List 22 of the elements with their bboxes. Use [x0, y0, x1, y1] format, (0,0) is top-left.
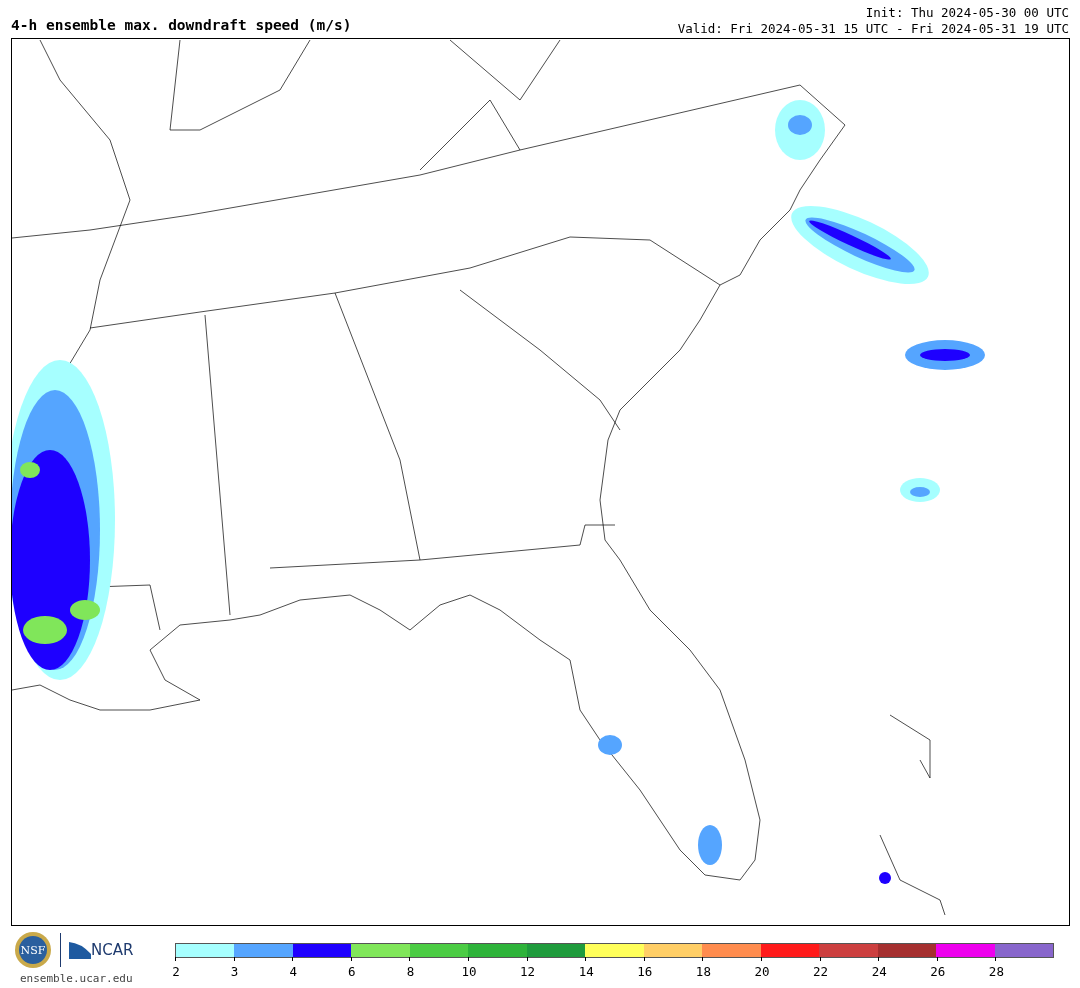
tick-label: 18 [695, 963, 711, 981]
map-title: 4-h ensemble max. downdraft speed (m/s) [11, 17, 352, 32]
tick-label: 6 [348, 963, 356, 981]
tick-label: 28 [988, 963, 1004, 981]
tick-label: 16 [637, 963, 653, 981]
logo-text: NCAR [91, 939, 134, 961]
tick-label: 22 [813, 963, 829, 981]
tick-label: 20 [754, 963, 770, 981]
seal-logo-icon: NSF [14, 931, 52, 969]
website-text: ensemble.ucar.edu [20, 971, 134, 987]
init-time: Init: Thu 2024-05-30 00 UTC [864, 6, 1069, 20]
tick-label: 2 [172, 963, 180, 981]
tick-label: 10 [461, 963, 477, 981]
valid-time: Valid: Fri 2024-05-31 15 UTC - Fri 2024-05-31 19 UTC [677, 22, 1069, 36]
tick-label: 12 [520, 963, 536, 981]
tick-label: 24 [871, 963, 887, 981]
wave-logo-icon [69, 940, 91, 960]
tick-label: 4 [289, 963, 297, 981]
tick-label: 8 [406, 963, 415, 981]
tick-label: 26 [930, 963, 946, 981]
tick-label: 3 [230, 963, 239, 981]
tick-label: 14 [578, 963, 594, 981]
